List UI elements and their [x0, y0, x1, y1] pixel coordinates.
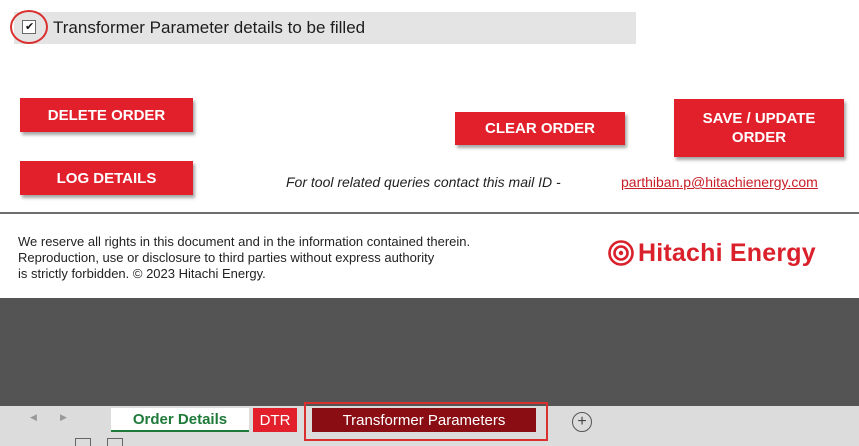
save-update-order-button[interactable]: SAVE / UPDATE ORDER	[674, 99, 844, 157]
annotation-highlight-box	[304, 402, 548, 441]
tab-order-details[interactable]: Order Details	[111, 408, 249, 432]
hitachi-energy-logo-icon	[608, 240, 634, 266]
normal-view-icon[interactable]	[75, 438, 91, 446]
status-bar-icons	[75, 438, 123, 446]
previous-sheet-icon[interactable]: ◀	[30, 412, 37, 423]
log-details-button[interactable]: LOG DETAILS	[20, 161, 193, 195]
copyright-line-3: is strictly forbidden. © 2023 Hitachi En…	[18, 266, 266, 281]
sheet-background	[0, 298, 859, 406]
add-sheet-icon[interactable]: +	[572, 412, 592, 432]
annotation-circle	[10, 10, 48, 44]
hitachi-energy-brand: Hitachi Energy	[608, 236, 816, 270]
save-update-label-line2: ORDER	[731, 129, 787, 146]
clear-order-button[interactable]: CLEAR ORDER	[455, 112, 625, 145]
contact-email-link[interactable]: parthiban.p@hitachienergy.com	[621, 174, 818, 190]
contact-text: For tool related queries contact this ma…	[286, 174, 561, 190]
delete-order-button[interactable]: DELETE ORDER	[20, 98, 193, 132]
copyright-line-1: We reserve all rights in this document a…	[18, 234, 471, 249]
divider	[0, 212, 859, 214]
next-sheet-icon[interactable]: ▶	[60, 412, 67, 423]
checkbox-label: Transformer Parameter details to be fill…	[53, 18, 366, 37]
copyright-line-2: Reproduction, use or disclosure to third…	[18, 250, 435, 265]
save-update-label-line1: SAVE / UPDATE	[702, 110, 816, 127]
page-layout-icon[interactable]	[107, 438, 123, 446]
brand-name: Hitachi Energy	[638, 238, 816, 267]
tab-dtr[interactable]: DTR	[253, 408, 297, 432]
copyright-notice: We reserve all rights in this document a…	[18, 234, 578, 282]
